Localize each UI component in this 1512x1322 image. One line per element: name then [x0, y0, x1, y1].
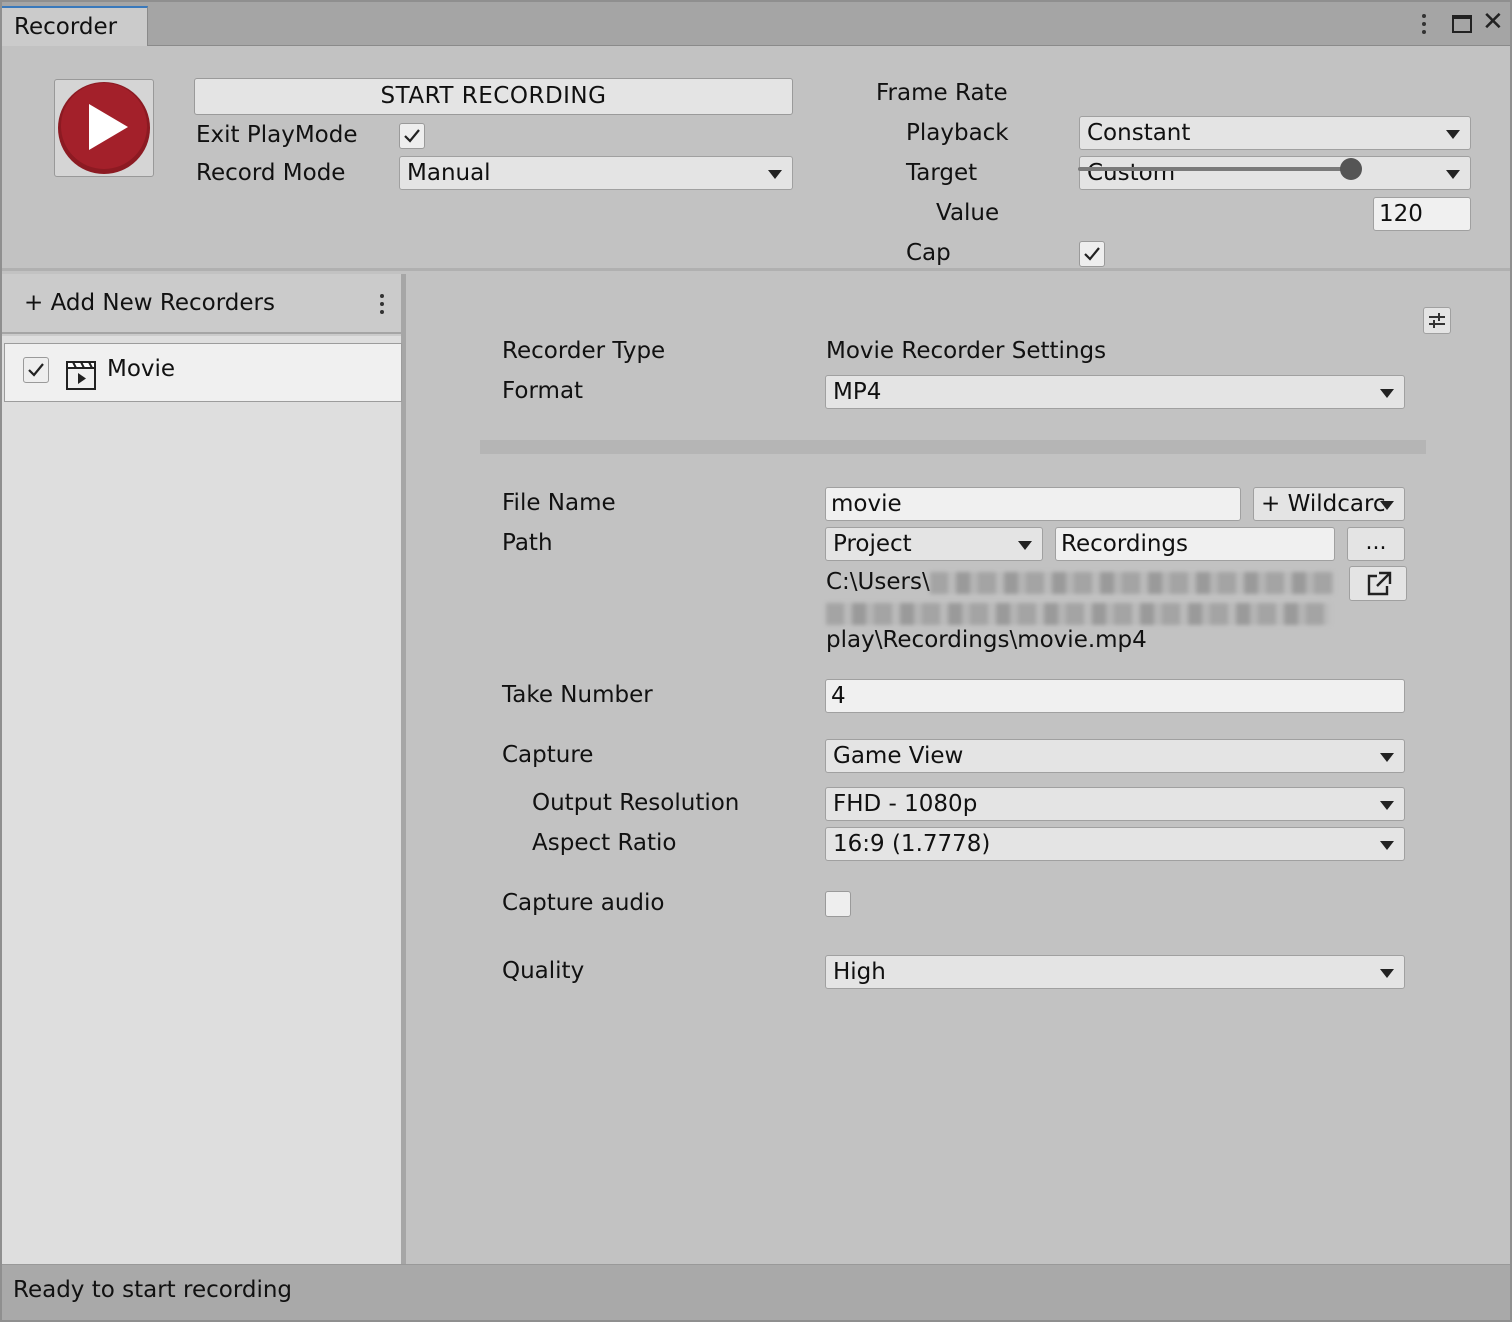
playback-label: Playback: [906, 120, 1009, 146]
maximize-icon[interactable]: [1452, 15, 1472, 33]
format-label: Format: [502, 378, 584, 404]
path-root-value: Project: [833, 531, 912, 557]
capture-dropdown[interactable]: Game View: [825, 739, 1405, 773]
add-new-recorders-button[interactable]: + Add New Recorders: [24, 290, 275, 316]
tab-recorder[interactable]: Recorder: [2, 6, 148, 46]
checkmark-icon: [1084, 247, 1100, 261]
capture-value: Game View: [833, 743, 964, 769]
target-value: Custom: [1087, 160, 1176, 186]
take-number-label: Take Number: [502, 682, 653, 708]
frame-rate-slider-track[interactable]: [1078, 167, 1352, 171]
start-recording-button[interactable]: START RECORDING: [194, 78, 793, 115]
output-resolution-label: Output Resolution: [532, 790, 740, 816]
format-value: MP4: [833, 379, 882, 405]
recorder-type-label: Recorder Type: [502, 338, 666, 364]
chevron-down-icon: [1380, 389, 1394, 398]
recorder-header: START RECORDING Exit PlayMode Record Mod…: [2, 47, 1510, 271]
playback-value: Constant: [1087, 120, 1191, 146]
resolved-path-line-3: play\Recordings\movie.mp4: [826, 627, 1147, 653]
checkmark-icon: [28, 363, 44, 377]
chevron-down-icon: [1380, 841, 1394, 850]
exit-playmode-checkbox[interactable]: [399, 123, 425, 149]
chevron-down-icon: [768, 170, 782, 179]
browse-path-button[interactable]: ...: [1347, 527, 1405, 561]
title-bar: Recorder ✕: [2, 2, 1510, 46]
record-mode-dropdown[interactable]: Manual: [399, 156, 793, 190]
format-dropdown[interactable]: MP4: [825, 375, 1405, 409]
recorders-list-panel: + Add New Recorders Movie: [2, 274, 406, 1264]
quality-label: Quality: [502, 958, 585, 984]
frame-rate-slider-thumb[interactable]: [1340, 158, 1362, 180]
cap-checkbox[interactable]: [1079, 241, 1105, 267]
target-label: Target: [906, 160, 978, 186]
file-name-label: File Name: [502, 490, 616, 516]
aspect-ratio-value: 16:9 (1.7778): [833, 831, 991, 857]
record-mode-label: Record Mode: [196, 160, 346, 186]
section-divider: [480, 440, 1426, 454]
file-name-field[interactable]: movie: [825, 487, 1241, 521]
chevron-down-icon: [1446, 170, 1460, 179]
capture-audio-checkbox[interactable]: [825, 891, 851, 917]
capture-audio-label: Capture audio: [502, 890, 665, 916]
quality-value: High: [833, 959, 886, 985]
output-resolution-value: FHD - 1080p: [833, 791, 978, 817]
value-label: Value: [936, 200, 1000, 226]
external-link-icon: [1367, 571, 1392, 596]
status-text: Ready to start recording: [13, 1277, 293, 1303]
status-bar: Ready to start recording: [2, 1264, 1510, 1320]
wildcards-dropdown[interactable]: + Wildcarc: [1253, 487, 1405, 521]
take-number-field[interactable]: 4: [825, 679, 1405, 713]
clapperboard-icon: [66, 361, 96, 390]
list-item-label: Movie: [107, 356, 176, 382]
aspect-ratio-label: Aspect Ratio: [532, 830, 677, 856]
quality-dropdown[interactable]: High: [825, 955, 1405, 989]
record-mode-value: Manual: [407, 160, 491, 186]
checkmark-icon: [404, 129, 420, 143]
recorders-list: Movie: [2, 336, 402, 1264]
chevron-down-icon: [1380, 501, 1394, 510]
cap-label: Cap: [906, 240, 951, 266]
chevron-down-icon: [1446, 130, 1460, 139]
recorder-enabled-checkbox[interactable]: [23, 357, 49, 383]
redacted-path-segment: [929, 571, 1334, 594]
recorders-menu-icon[interactable]: [380, 294, 384, 318]
capture-label: Capture: [502, 742, 594, 768]
aspect-ratio-dropdown[interactable]: 16:9 (1.7778): [825, 827, 1405, 861]
sliders-icon: [1429, 313, 1445, 328]
recorder-type-value: Movie Recorder Settings: [826, 338, 1107, 364]
redacted-path-segment: [826, 602, 1330, 625]
wildcards-label: + Wildcarc: [1261, 491, 1386, 517]
recorders-list-header: + Add New Recorders: [2, 274, 401, 334]
chevron-down-icon: [1380, 969, 1394, 978]
resolved-path-line-2: [826, 600, 1330, 626]
close-icon[interactable]: ✕: [1482, 9, 1504, 35]
record-button[interactable]: [54, 79, 154, 177]
window-menu-icon[interactable]: [1422, 14, 1426, 38]
path-folder-field[interactable]: Recordings: [1055, 527, 1335, 561]
chevron-down-icon: [1380, 801, 1394, 810]
path-root-dropdown[interactable]: Project: [825, 527, 1043, 561]
preset-settings-button[interactable]: [1423, 307, 1451, 334]
play-record-icon: [58, 82, 150, 174]
frame-rate-value-field[interactable]: 120: [1373, 197, 1471, 231]
list-item[interactable]: Movie: [4, 343, 402, 402]
frame-rate-title: Frame Rate: [876, 80, 1008, 106]
resolved-path-prefix: C:\Users\: [826, 569, 930, 595]
chevron-down-icon: [1380, 753, 1394, 762]
output-resolution-dropdown[interactable]: FHD - 1080p: [825, 787, 1405, 821]
resolved-path-line-1: C:\Users\: [826, 569, 1334, 595]
recorder-window: Recorder ✕ START RECORDING Exit PlayMode…: [0, 0, 1512, 1322]
open-folder-button[interactable]: [1349, 566, 1407, 601]
exit-playmode-label: Exit PlayMode: [196, 122, 358, 148]
chevron-down-icon: [1018, 541, 1032, 550]
target-dropdown[interactable]: Custom: [1079, 156, 1471, 190]
path-label: Path: [502, 530, 553, 556]
playback-dropdown[interactable]: Constant: [1079, 116, 1471, 150]
